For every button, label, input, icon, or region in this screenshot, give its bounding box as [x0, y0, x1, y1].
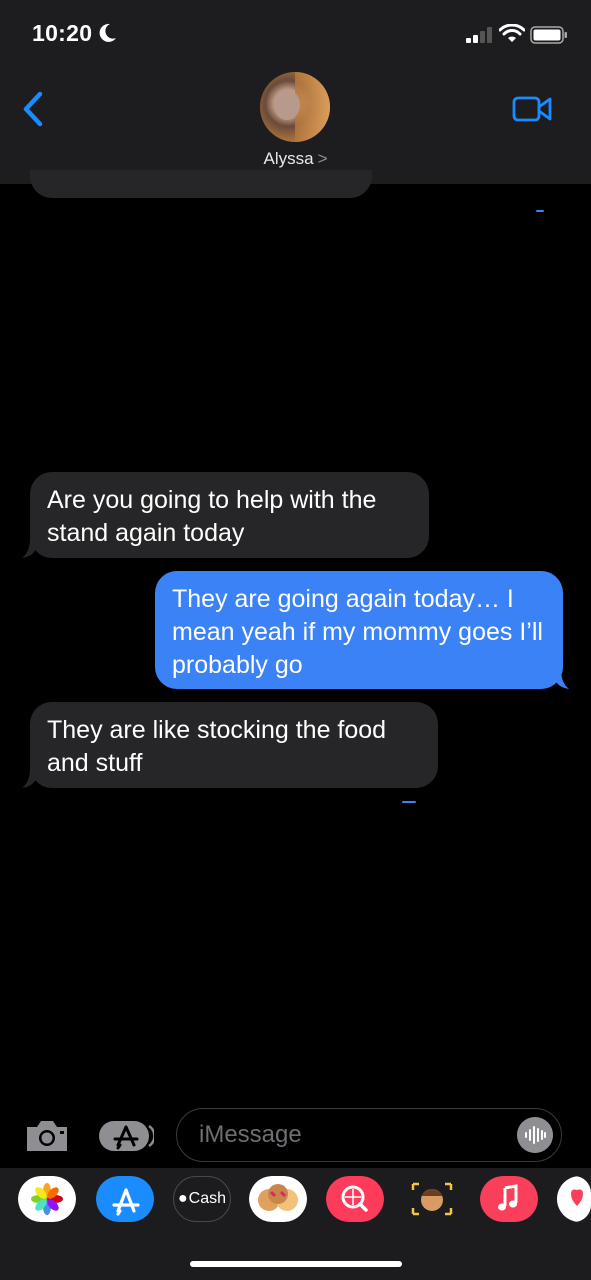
message-text: They are going again today… I mean yeah …	[172, 585, 543, 679]
wifi-icon	[499, 24, 525, 42]
message-text: Are you going to help with the stand aga…	[47, 486, 377, 547]
apple-logo-icon: ●	[177, 1190, 188, 1207]
avatar-photo-detail	[295, 72, 330, 142]
battery-icon	[530, 26, 567, 44]
app-store-drawer-icon[interactable]	[98, 1118, 154, 1154]
memoji-app-icon[interactable]	[403, 1176, 461, 1222]
apple-cash-app-icon[interactable]: ● Cash	[173, 1176, 231, 1222]
digital-touch-icon[interactable]	[557, 1176, 591, 1222]
camera-icon[interactable]	[24, 1118, 70, 1154]
cash-label: Cash	[188, 1190, 227, 1207]
incoming-message-bubble[interactable]: They are like stocking the food and stuf…	[30, 702, 438, 788]
message-text: They are like stocking the food and stuf…	[47, 716, 387, 777]
memoji-stickers-icon[interactable]	[249, 1176, 307, 1222]
facetime-video-icon[interactable]	[512, 95, 552, 123]
previous-message-bubble	[30, 170, 372, 198]
outgoing-message-bubble[interactable]: They are going again today… I mean yeah …	[155, 571, 563, 689]
incoming-bubble-tail	[22, 538, 36, 558]
contact-name-button[interactable]: Alyssa >	[0, 149, 591, 169]
photos-app-icon[interactable]	[18, 1176, 76, 1222]
incoming-message-bubble[interactable]: Are you going to help with the stand aga…	[30, 472, 429, 558]
message-input-placeholder: iMessage	[199, 1121, 302, 1148]
cellular-signal-icon	[466, 27, 492, 43]
status-time: 10:20	[32, 20, 93, 46]
home-indicator[interactable]	[190, 1261, 402, 1267]
incoming-bubble-tail	[22, 768, 36, 788]
contact-name: Alyssa	[263, 149, 314, 168]
avatar-photo-face	[274, 90, 300, 120]
status-bar: 10:20	[0, 0, 591, 60]
music-app-icon[interactable]	[480, 1176, 538, 1222]
contact-avatar[interactable]	[260, 72, 330, 142]
contact-chevron: >	[317, 149, 328, 168]
web-images-search-icon[interactable]	[326, 1176, 384, 1222]
message-input[interactable]: iMessage	[176, 1108, 562, 1162]
audio-message-icon[interactable]	[517, 1117, 553, 1153]
message-edge-marker	[536, 210, 544, 212]
back-chevron-icon[interactable]	[18, 90, 48, 128]
app-store-app-icon[interactable]	[96, 1176, 154, 1222]
outgoing-bubble-tail	[555, 669, 569, 689]
do-not-disturb-moon-icon	[99, 23, 116, 42]
message-edge-marker	[402, 801, 416, 803]
